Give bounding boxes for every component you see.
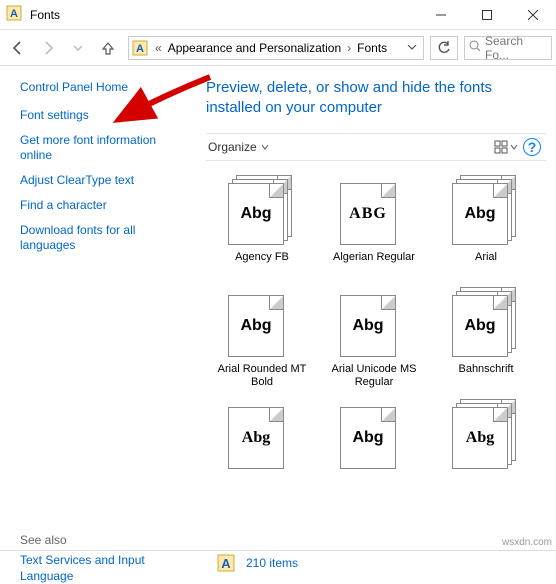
app-icon: A [6, 5, 22, 24]
font-grid: Abg Agency FB ABG Algerian Regular Abg A… [206, 161, 546, 551]
font-tile[interactable]: Abg Arial [432, 175, 540, 277]
font-thumbnail: Abg [338, 287, 410, 359]
watermark: wsxdn.com [502, 537, 552, 548]
forward-button[interactable] [34, 34, 62, 62]
font-name: Algerian Regular [333, 251, 415, 277]
search-placeholder: Search Fo... [485, 34, 547, 62]
chevron-down-icon [510, 143, 518, 151]
back-button[interactable] [4, 34, 32, 62]
maximize-button[interactable] [464, 0, 510, 30]
svg-text:A: A [136, 43, 144, 55]
page-headline: Preview, delete, or show and hide the fo… [206, 78, 546, 119]
view-options-button[interactable] [494, 135, 518, 159]
font-tile[interactable]: Abg Agency FB [208, 175, 316, 277]
font-tile[interactable]: Abg Arial Rounded MT Bold [208, 287, 316, 389]
organize-button[interactable]: Organize [208, 140, 269, 154]
toolbar: Organize ? [206, 133, 546, 161]
font-name: Agency FB [235, 251, 289, 277]
font-tile[interactable]: Abg [432, 399, 540, 501]
font-tile[interactable]: Abg Arial Unicode MS Regular [320, 287, 428, 389]
see-also-label: See also [20, 533, 188, 547]
font-tile[interactable]: Abg Bahnschrift [432, 287, 540, 389]
status-icon: A [216, 553, 236, 573]
sidebar-item-get-more-font-info[interactable]: Get more font information online [20, 133, 188, 163]
breadcrumb-seg-fonts[interactable]: Fonts [355, 41, 389, 55]
sidebar: Control Panel Home Font settings Get mor… [0, 66, 200, 550]
font-tile[interactable]: Abg [208, 399, 316, 501]
window-title: Fonts [30, 8, 60, 22]
chevron-left-icon: « [151, 41, 166, 55]
sidebar-item-adjust-cleartype[interactable]: Adjust ClearType text [20, 173, 188, 188]
font-name: Arial Rounded MT Bold [208, 363, 316, 389]
breadcrumb-seg-appearance[interactable]: Appearance and Personalization [166, 41, 343, 55]
font-thumbnail: ABG [338, 175, 410, 247]
close-button[interactable] [510, 0, 556, 30]
font-thumbnail: Abg [338, 399, 410, 471]
address-dropdown-icon[interactable] [401, 41, 423, 55]
control-panel-home-link[interactable]: Control Panel Home [20, 80, 188, 94]
font-tile[interactable]: ABG Algerian Regular [320, 175, 428, 277]
up-button[interactable] [94, 34, 122, 62]
font-name: Bahnschrift [458, 363, 513, 389]
search-input[interactable]: Search Fo... [464, 36, 552, 60]
font-thumbnail: Abg [226, 287, 298, 359]
see-also-text-services[interactable]: Text Services and Input Language [20, 553, 188, 584]
refresh-button[interactable] [430, 36, 458, 60]
sidebar-item-find-character[interactable]: Find a character [20, 198, 188, 213]
address-bar[interactable]: A « Appearance and Personalization › Fon… [128, 36, 424, 60]
font-thumbnail: Abg [226, 399, 298, 471]
font-thumbnail: Abg [450, 399, 522, 471]
font-thumbnail: Abg [450, 287, 522, 359]
location-icon: A [129, 40, 151, 56]
chevron-down-icon [261, 143, 269, 151]
help-button[interactable]: ? [520, 135, 544, 159]
status-count: 210 items [246, 556, 298, 570]
sidebar-item-font-settings[interactable]: Font settings [20, 108, 188, 123]
minimize-button[interactable] [418, 0, 464, 30]
svg-text:A: A [221, 556, 231, 571]
font-name: Arial [475, 251, 497, 277]
font-thumbnail: Abg [450, 175, 522, 247]
svg-text:A: A [10, 8, 18, 20]
recent-locations-button[interactable] [64, 34, 92, 62]
font-thumbnail: Abg [226, 175, 298, 247]
font-tile[interactable]: Abg [320, 399, 428, 501]
search-icon [469, 40, 481, 55]
organize-label: Organize [208, 140, 257, 154]
chevron-right-icon: › [343, 41, 355, 55]
sidebar-item-download-fonts[interactable]: Download fonts for all languages [20, 223, 188, 253]
font-name: Arial Unicode MS Regular [320, 363, 428, 389]
